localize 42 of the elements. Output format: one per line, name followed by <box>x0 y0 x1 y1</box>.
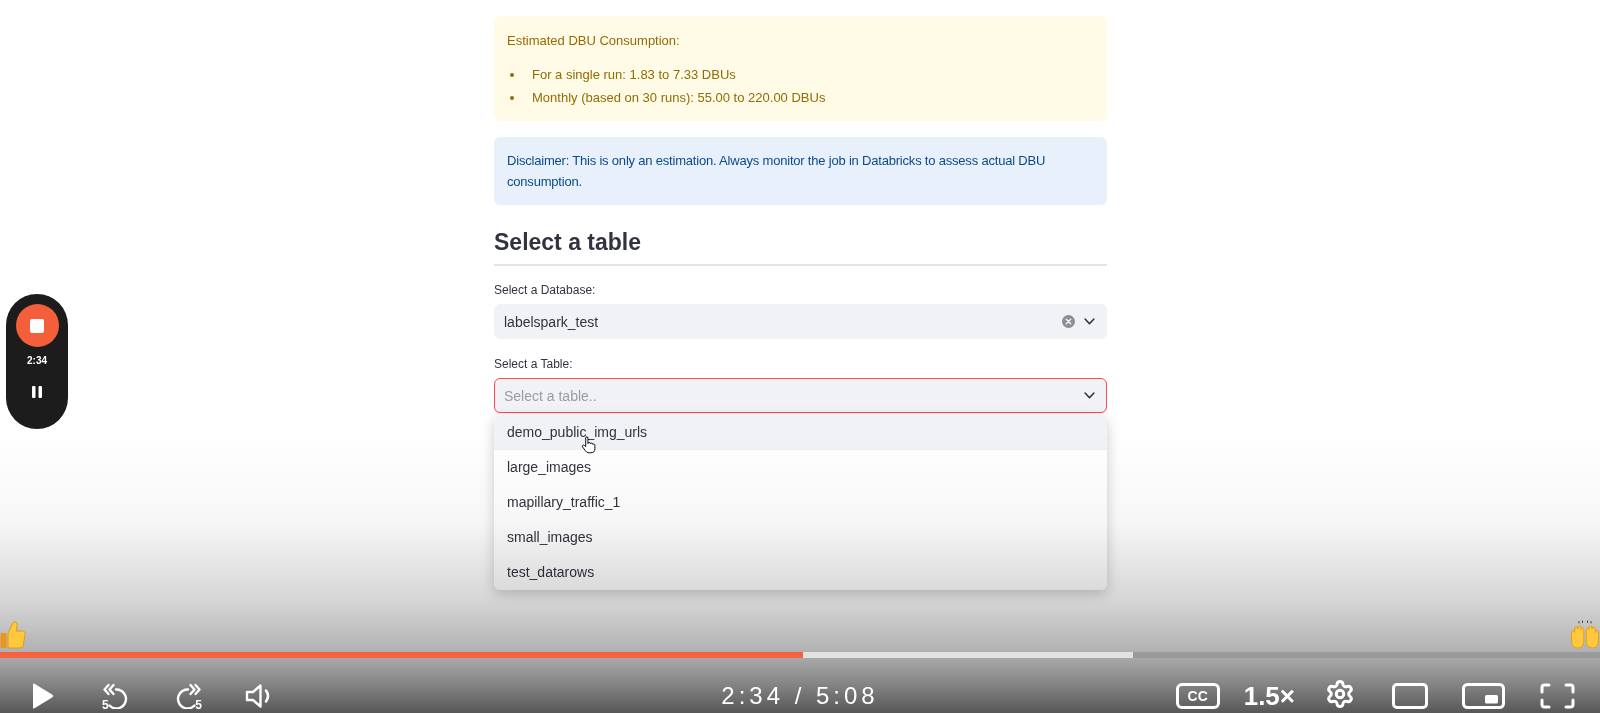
dropdown-option[interactable]: demo_public_img_urls <box>494 415 1107 450</box>
fullscreen-icon <box>1540 683 1575 709</box>
estimate-title: Estimated DBU Consumption: <box>507 32 680 50</box>
progress-track[interactable] <box>0 652 1600 658</box>
captions-button[interactable]: CC <box>1175 683 1220 709</box>
fullscreen-button[interactable] <box>1540 683 1575 709</box>
video-time: 2:34 / 5:08 <box>721 683 879 709</box>
chevron-down-icon <box>1084 318 1095 325</box>
play-button[interactable] <box>31 683 54 709</box>
section-heading: Select a table <box>494 228 642 257</box>
dropdown-option[interactable]: small_images <box>494 520 1107 555</box>
settings-icon <box>1325 679 1355 709</box>
stop-button[interactable] <box>15 304 59 347</box>
stop-icon <box>30 318 44 333</box>
thumbs-up-icon <box>0 620 26 649</box>
theater-mode-button[interactable] <box>1392 683 1428 709</box>
seek-forward-button[interactable]: 5 <box>172 683 204 709</box>
seek-back-button[interactable]: 5 <box>100 683 132 709</box>
wide-rectangle-icon <box>1392 683 1428 709</box>
recorder-time: 2:34 <box>27 355 47 367</box>
dropdown-option[interactable]: large_images <box>494 450 1107 485</box>
pause-icon <box>32 386 42 398</box>
raised-hands-icon <box>1570 620 1600 649</box>
chevron-down-icon <box>1084 392 1095 399</box>
estimate-item: Monthly (based on 30 runs): 55.00 to 220.00 DBUs <box>532 89 826 107</box>
miniplayer-icon <box>1462 683 1505 709</box>
select-field[interactable]: Select a table.. <box>494 378 1107 413</box>
estimate-item: For a single run: 1.83 to 7.33 DBUs <box>532 66 736 84</box>
select-field[interactable]: labelspark_test <box>494 304 1107 339</box>
clear-icon[interactable] <box>1062 315 1075 328</box>
speed-button[interactable]: 1.5× <box>1243 683 1295 709</box>
dropdown-option[interactable]: test_datarows <box>494 555 1107 590</box>
dropdown-option[interactable]: mapillary_traffic_1 <box>494 485 1107 520</box>
field-label: Select a Database: <box>494 282 596 298</box>
miniplayer-button[interactable] <box>1462 683 1505 709</box>
bullet-icon <box>510 95 514 100</box>
pause-button[interactable] <box>32 386 42 398</box>
bullet-icon <box>510 72 514 77</box>
settings-button[interactable] <box>1325 679 1355 709</box>
play-icon <box>31 683 54 709</box>
field-label: Select a Table: <box>494 356 573 372</box>
disclaimer-box: Disclaimer: This is only an estimation. Always monitor the job in Databricks to assess actual DBU consumption. <box>494 137 1107 205</box>
